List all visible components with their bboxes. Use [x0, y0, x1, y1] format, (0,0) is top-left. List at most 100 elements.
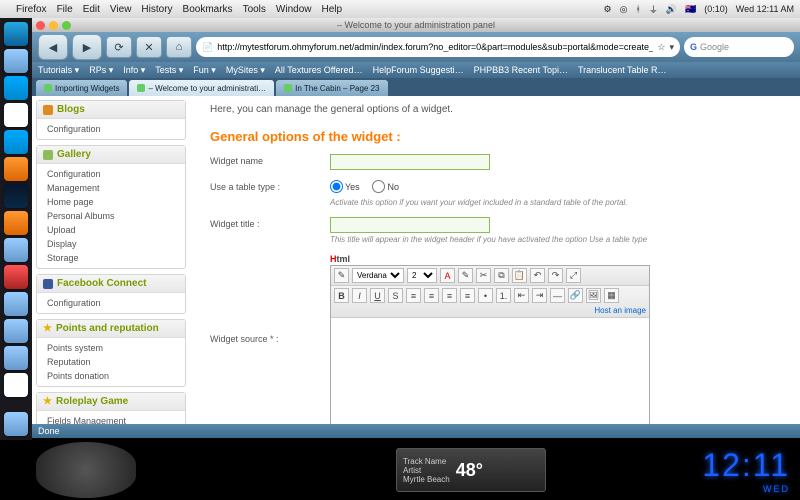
undo-button[interactable]: ↶ [530, 268, 545, 283]
strike-button[interactable]: S [388, 288, 403, 303]
font-color-button[interactable]: A [440, 268, 455, 283]
bookmark-item[interactable]: Tutorials ▾ [38, 65, 79, 76]
radio-yes[interactable] [330, 180, 343, 193]
bookmark-item[interactable]: RPs ▾ [89, 65, 113, 76]
sidebar-item[interactable]: Management [37, 181, 185, 195]
host-image-link[interactable]: Host an image [594, 306, 646, 315]
bookmark-item[interactable]: All Textures Offered… [275, 65, 363, 75]
url-input[interactable] [217, 42, 653, 52]
menu-file[interactable]: File [57, 4, 73, 15]
zoom-button[interactable] [62, 21, 71, 30]
sidebar-item[interactable]: Configuration [37, 167, 185, 181]
underline-button[interactable]: U [370, 288, 385, 303]
editor-textarea[interactable] [331, 318, 649, 424]
dock-finder-icon[interactable] [4, 22, 28, 46]
flag-icon[interactable]: 🇦🇺 [685, 4, 696, 15]
sidebar-item[interactable]: Reputation [37, 355, 185, 369]
bookmark-item[interactable]: Tests ▾ [155, 65, 183, 76]
link-button[interactable]: 🔗 [568, 288, 583, 303]
sidebar-item[interactable]: Personal Albums [37, 209, 185, 223]
redo-button[interactable]: ↷ [548, 268, 563, 283]
bluetooth-icon[interactable]: ᚼ [635, 4, 640, 14]
dock-app-icon[interactable] [4, 319, 28, 343]
indent-button[interactable]: ⇥ [532, 288, 547, 303]
dock-skype-icon[interactable] [4, 130, 28, 154]
dock-dashboard-icon[interactable] [4, 49, 28, 73]
minimize-button[interactable] [49, 21, 58, 30]
dock-app-icon[interactable] [4, 373, 28, 397]
volume-icon[interactable]: 🔊 [666, 4, 677, 15]
bookmark-item[interactable]: HelpForum Suggesti… [373, 65, 464, 75]
sidebar-item[interactable]: Points donation [37, 369, 185, 383]
paste-button[interactable]: 📋 [512, 268, 527, 283]
dock-app-icon[interactable] [4, 103, 28, 127]
dock-app-icon[interactable] [4, 238, 28, 262]
dock-app-icon[interactable] [4, 346, 28, 370]
hr-button[interactable]: ― [550, 288, 565, 303]
align-center-button[interactable]: ≡ [424, 288, 439, 303]
reload-button[interactable]: ⟳ [106, 36, 132, 58]
forward-button[interactable]: ▶ [72, 34, 102, 60]
site-identity-icon[interactable]: 📄 [202, 42, 213, 53]
menu-history[interactable]: History [141, 4, 172, 15]
menu-view[interactable]: View [110, 4, 132, 15]
menu-tools[interactable]: Tools [243, 4, 266, 15]
image-button[interactable]: 🖼 [586, 288, 601, 303]
menu-bookmarks[interactable]: Bookmarks [183, 4, 233, 15]
search-bar[interactable]: G Google [684, 37, 794, 57]
wifi-icon[interactable]: ⏚ [649, 3, 658, 16]
size-select[interactable]: 2 [407, 268, 437, 283]
menu-extra-icon[interactable]: ◎ [620, 4, 628, 15]
clock-menubar[interactable]: Wed 12:11 AM [736, 4, 794, 14]
browser-tab[interactable]: Importing Widgets [36, 80, 127, 96]
sidebar-item[interactable]: Home page [37, 195, 185, 209]
sidebar-item[interactable]: Display [37, 237, 185, 251]
menu-help[interactable]: Help [322, 4, 343, 15]
bookmark-item[interactable]: Translucent Table R… [578, 65, 667, 75]
highlight-button[interactable]: ✎ [458, 268, 473, 283]
table-button[interactable]: ▦ [604, 288, 619, 303]
sidebar-item[interactable]: Storage [37, 251, 185, 265]
browser-tab[interactable]: In The Cabin – Page 23 [276, 80, 387, 96]
sidebar-item[interactable]: Configuration [37, 122, 185, 136]
align-justify-button[interactable]: ≡ [460, 288, 475, 303]
bookmark-item[interactable]: MySites ▾ [226, 65, 265, 76]
align-right-button[interactable]: ≡ [442, 288, 457, 303]
cut-button[interactable]: ✂ [476, 268, 491, 283]
radio-no[interactable] [372, 180, 385, 193]
dock-itunes-icon[interactable] [4, 76, 28, 100]
app-name[interactable]: Firefox [16, 4, 47, 15]
dock-app-icon[interactable] [4, 292, 28, 316]
dock-app-icon[interactable] [4, 211, 28, 235]
list-ol-button[interactable]: 1. [496, 288, 511, 303]
stop-button[interactable]: ✕ [136, 36, 162, 58]
dropdown-icon[interactable]: ▾ [669, 42, 674, 53]
sidebar-item[interactable]: Fields Management [37, 414, 185, 424]
menu-extra-icon[interactable]: ⚙ [603, 4, 611, 15]
italic-button[interactable]: I [352, 288, 367, 303]
dock-photoshop-icon[interactable] [4, 184, 28, 208]
input-widget-title[interactable] [330, 217, 490, 233]
bookmark-star-icon[interactable]: ☆ [657, 42, 665, 53]
menu-window[interactable]: Window [276, 4, 312, 15]
bold-button[interactable]: B [334, 288, 349, 303]
switch-mode-button[interactable]: ✎ [334, 268, 349, 283]
weather-widget[interactable]: Track Name Artist Myrtle Beach 48° [396, 448, 546, 492]
dock-acrobat-icon[interactable] [4, 265, 28, 289]
copy-button[interactable]: ⧉ [494, 268, 509, 283]
dock-firefox-icon[interactable] [4, 157, 28, 181]
close-button[interactable] [36, 21, 45, 30]
sidebar-item[interactable]: Configuration [37, 296, 185, 310]
sidebar-item[interactable]: Points system [37, 341, 185, 355]
font-select[interactable]: Verdana [352, 268, 404, 283]
dock-trash-icon[interactable] [4, 412, 28, 436]
outdent-button[interactable]: ⇤ [514, 288, 529, 303]
back-button[interactable]: ◀ [38, 34, 68, 60]
media-player-widget[interactable] [36, 442, 136, 498]
url-bar[interactable]: 📄 ☆ ▾ [196, 37, 680, 57]
home-button[interactable]: ⌂ [166, 36, 192, 58]
bookmark-item[interactable]: Info ▾ [123, 65, 145, 76]
browser-tab[interactable]: – Welcome to your administrati… [129, 80, 274, 96]
expand-button[interactable]: ⤢ [566, 268, 581, 283]
input-widget-name[interactable] [330, 154, 490, 170]
